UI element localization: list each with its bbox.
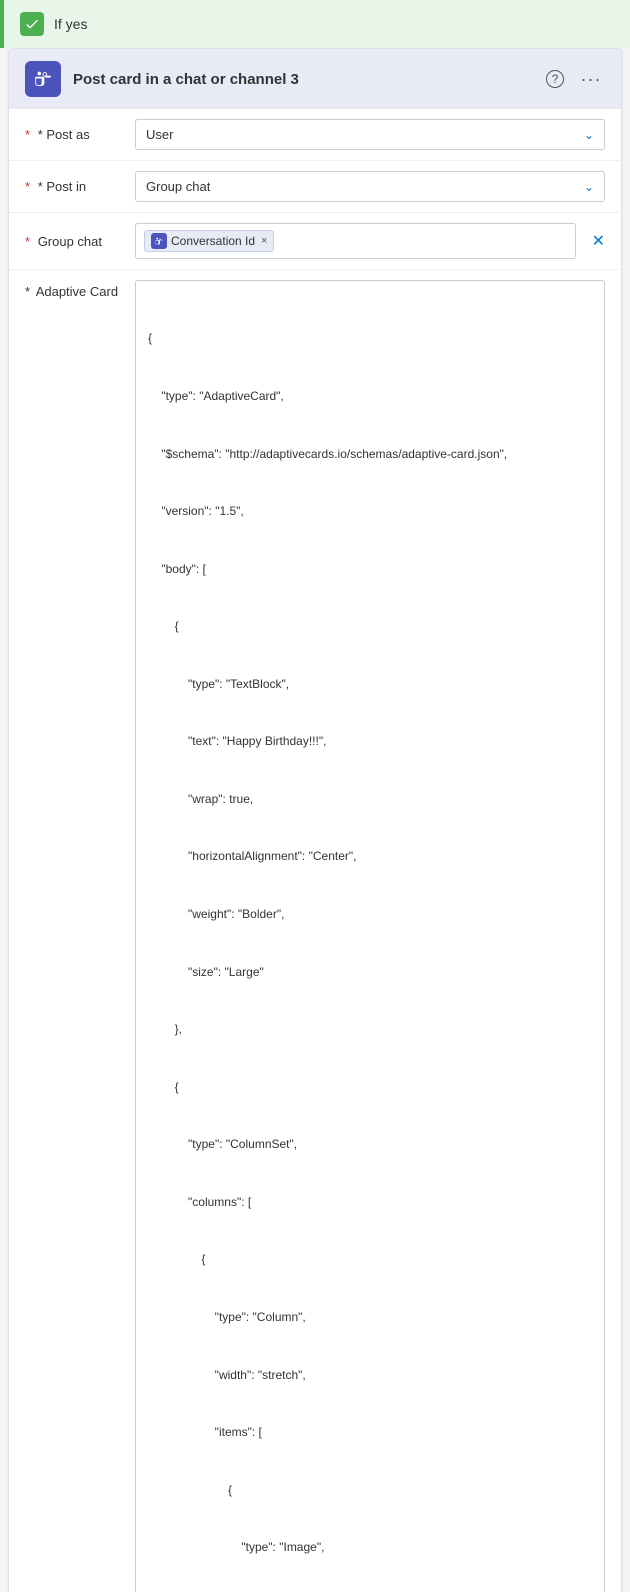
json-line: "type": "Image", (148, 1538, 592, 1557)
json-line: { (148, 1481, 592, 1500)
adaptive-card-label: * Adaptive Card (25, 280, 135, 299)
json-line: "wrap": true, (148, 790, 592, 809)
more-options-button[interactable]: ··· (577, 65, 605, 93)
json-line: "type": "TextBlock", (148, 675, 592, 694)
teams-icon (25, 61, 61, 97)
post-in-value: Group chat (146, 179, 210, 194)
json-line: "$schema": "http://adaptivecards.io/sche… (148, 445, 592, 464)
adaptive-card-editor[interactable]: { "type": "AdaptiveCard", "$schema": "ht… (135, 280, 605, 1592)
if-yes-bar: If yes (0, 0, 630, 48)
json-line: "items": [ (148, 1423, 592, 1442)
json-line: "columns": [ (148, 1193, 592, 1212)
card-body: * * Post as User ⌄ * * Post in Group cha… (9, 109, 621, 1592)
if-yes-label: If yes (54, 16, 87, 32)
json-line: "width": "stretch", (148, 1366, 592, 1385)
tag-remove-button[interactable]: × (261, 235, 267, 247)
conversation-id-tag: Conversation Id × (144, 230, 274, 252)
chevron-down-icon: ⌄ (584, 180, 594, 194)
conversation-id-tag-label: Conversation Id (171, 234, 255, 248)
check-icon (20, 12, 44, 36)
json-line: "weight": "Bolder", (148, 905, 592, 924)
json-line: "body": [ (148, 560, 592, 579)
post-in-dropdown-container: Group chat ⌄ (135, 171, 605, 202)
group-chat-row: * Group chat Conversation Id (9, 213, 621, 270)
json-line: { (148, 1078, 592, 1097)
action-card: Post card in a chat or channel 3 ? ··· *… (8, 48, 622, 1592)
json-line: "type": "Column", (148, 1308, 592, 1327)
more-icon: ··· (581, 69, 602, 90)
json-line: "horizontalAlignment": "Center", (148, 847, 592, 866)
card-title: Post card in a chat or channel 3 (73, 71, 541, 88)
post-in-row: * * Post in Group chat ⌄ (9, 161, 621, 213)
teams-tag-icon (151, 233, 167, 249)
json-line: "type": "AdaptiveCard", (148, 387, 592, 406)
json-line: { (148, 617, 592, 636)
help-button[interactable]: ? (541, 65, 569, 93)
card-header: Post card in a chat or channel 3 ? ··· (9, 49, 621, 109)
json-line: }, (148, 1020, 592, 1039)
post-as-dropdown[interactable]: User ⌄ (135, 119, 605, 150)
chevron-down-icon: ⌄ (584, 128, 594, 142)
header-actions: ? ··· (541, 65, 605, 93)
json-line: { (148, 1250, 592, 1269)
post-as-dropdown-container: User ⌄ (135, 119, 605, 150)
post-as-row: * * Post as User ⌄ (9, 109, 621, 161)
json-line: "size": "Large" (148, 963, 592, 982)
json-line: { (148, 329, 592, 348)
group-chat-field: Conversation Id × ✕ (135, 223, 605, 259)
help-icon: ? (546, 70, 564, 88)
group-chat-tag-container[interactable]: Conversation Id × (135, 223, 576, 259)
json-line: "text": "Happy Birthday!!!", (148, 732, 592, 751)
post-in-label: * * Post in (25, 179, 135, 194)
post-as-label: * * Post as (25, 127, 135, 142)
post-in-dropdown[interactable]: Group chat ⌄ (135, 171, 605, 202)
clear-field-button[interactable]: ✕ (584, 231, 605, 251)
json-line: "version": "1.5", (148, 502, 592, 521)
group-chat-label: * Group chat (25, 234, 135, 249)
json-line: "type": "ColumnSet", (148, 1135, 592, 1154)
adaptive-card-row: * Adaptive Card { "type": "AdaptiveCard"… (9, 270, 621, 1592)
post-as-value: User (146, 127, 173, 142)
